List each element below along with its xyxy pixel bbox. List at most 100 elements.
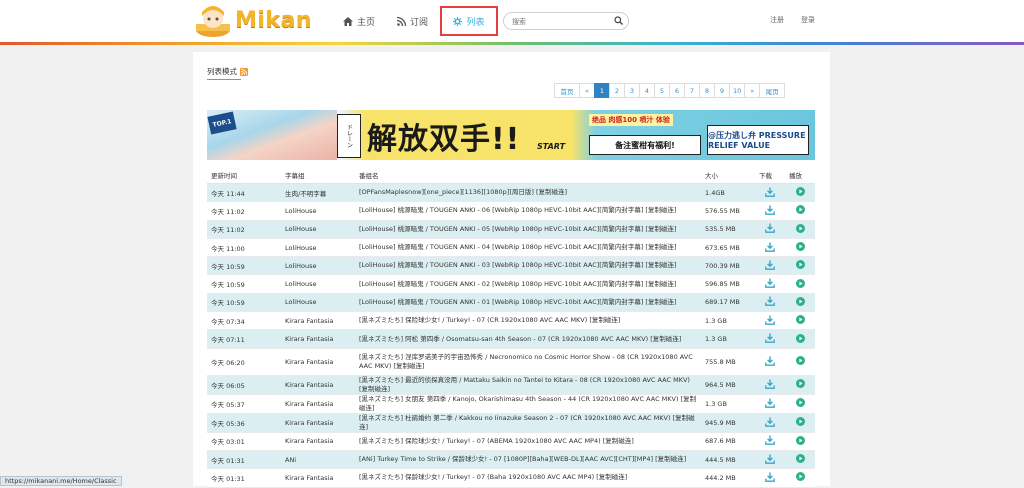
pager-page-10[interactable]: 10: [729, 83, 746, 98]
cell-name-link[interactable]: [LoliHouse] 桃源暗鬼 / TOUGEN ANKI - 05 [Web…: [355, 220, 701, 239]
rss-feed-icon[interactable]: [240, 67, 248, 76]
search-input[interactable]: [510, 15, 614, 29]
play-icon[interactable]: [795, 454, 805, 465]
play-icon[interactable]: [795, 187, 805, 198]
nav-home[interactable]: 主页: [343, 10, 375, 32]
cell-download: [755, 238, 785, 258]
table-row: 今天 01:31 ANi [ANi] Turkey Time to Strike /…: [207, 450, 815, 470]
cell-name-link[interactable]: [黒ネズミたち] 保险球少女! / Turkey! - 07 (CR 1920x…: [355, 311, 701, 331]
cell-group[interactable]: LoliHouse: [281, 293, 355, 313]
login-link[interactable]: 登录: [801, 15, 815, 25]
cell-name-link[interactable]: [黒ネズミたち] 杜鹃婚约 第二季 / Kakkou no Iinazuke S…: [355, 413, 701, 433]
play-icon[interactable]: [795, 242, 805, 253]
nav-subscribe[interactable]: 订阅: [397, 10, 428, 32]
play-icon[interactable]: [795, 472, 805, 483]
cell-name-link[interactable]: [黒ネズミたち] 保险球少女! / Turkey! - 07 (ABEMA 19…: [355, 432, 701, 451]
cell-name-link[interactable]: [OPFansMaplesnow][one_piece][1136][1080p…: [355, 183, 701, 203]
download-icon[interactable]: [765, 333, 775, 345]
cell-group[interactable]: LoliHouse: [281, 274, 355, 294]
cell-group[interactable]: Kirara Fantasia: [281, 375, 355, 395]
banner-promo-text: 绝品 肉感100 喷汁 体验: [589, 114, 673, 126]
table-row: 今天 06:05 Kirara Fantasia [黒ネズミたち] 最近的侦探真没用…: [207, 375, 815, 395]
pager-page-8[interactable]: 8: [699, 83, 715, 98]
cell-name-link[interactable]: [LoliHouse] 桃源暗鬼 / TOUGEN ANKI - 04 [Web…: [355, 238, 701, 258]
pager-page-7[interactable]: 7: [684, 83, 700, 98]
cell-group[interactable]: Kirara Fantasia: [281, 394, 355, 414]
play-icon[interactable]: [795, 315, 805, 326]
pager-page-6[interactable]: 6: [669, 83, 685, 98]
banner-promo-area: 绝品 肉感100 喷汁 体验 备注蜜柑有福利! @压力逃し弁 PRESSURE …: [589, 113, 813, 157]
cell-group[interactable]: ANi: [281, 450, 355, 470]
cell-name-link[interactable]: [LoliHouse] 桃源暗鬼 / TOUGEN ANKI - 01 [Web…: [355, 293, 701, 313]
download-icon[interactable]: [765, 435, 775, 447]
cell-name-link[interactable]: [黒ネズミたち] 阿松 第四季 / Osomatsu-san 4th Seaso…: [355, 329, 701, 349]
cell-download: [755, 468, 785, 488]
nav-list[interactable]: 列表: [440, 6, 498, 36]
download-icon[interactable]: [765, 356, 775, 368]
download-icon[interactable]: [765, 315, 775, 327]
play-icon[interactable]: [795, 260, 805, 271]
cell-group[interactable]: Kirara Fantasia: [281, 311, 355, 331]
cell-group[interactable]: Kirara Fantasia: [281, 348, 355, 376]
pager-prev[interactable]: «: [579, 83, 595, 98]
cell-name-link[interactable]: [LoliHouse] 桃源暗鬼 / TOUGEN ANKI - 03 [Web…: [355, 256, 701, 276]
table-row: 今天 10:59 LoliHouse [LoliHouse] 桃源暗鬼 / TOUG…: [207, 256, 815, 276]
cell-play: [785, 394, 815, 414]
play-icon[interactable]: [795, 356, 805, 367]
play-icon[interactable]: [795, 398, 805, 409]
play-icon[interactable]: [795, 379, 805, 390]
download-icon[interactable]: [765, 260, 775, 272]
cell-group[interactable]: Kirara Fantasia: [281, 468, 355, 488]
cell-group[interactable]: Kirara Fantasia: [281, 432, 355, 451]
download-icon[interactable]: [765, 454, 775, 466]
play-icon[interactable]: [795, 223, 805, 235]
cell-group[interactable]: LoliHouse: [281, 220, 355, 239]
download-icon[interactable]: [765, 417, 775, 429]
download-icon[interactable]: [765, 278, 775, 290]
cell-name-link[interactable]: [黒ネズミたち] 女朋友 第四季 / Kanojo, Okarishimasu …: [355, 394, 701, 414]
pager-page-9[interactable]: 9: [714, 83, 730, 98]
pager-last[interactable]: 尾页: [759, 83, 786, 98]
cell-group[interactable]: LoliHouse: [281, 201, 355, 221]
pager-next[interactable]: »: [744, 83, 761, 98]
download-icon[interactable]: [765, 398, 775, 410]
cell-group[interactable]: 生肉/不明字幕: [281, 183, 355, 203]
download-icon[interactable]: [765, 205, 775, 217]
download-icon[interactable]: [765, 187, 775, 199]
cell-name-link[interactable]: [LoliHouse] 桃源暗鬼 / TOUGEN ANKI - 02 [Web…: [355, 274, 701, 294]
cell-group[interactable]: Kirara Fantasia: [281, 329, 355, 349]
pager-page-2[interactable]: 2: [609, 83, 625, 98]
cell-size: 700.39 MB: [701, 256, 755, 276]
play-icon[interactable]: [795, 435, 805, 447]
advertisement-banner[interactable]: TOP.1 ドレーン 解放双手!! START 绝品 肉感100 喷汁 体验 备…: [207, 110, 815, 160]
cell-group[interactable]: LoliHouse: [281, 238, 355, 258]
cell-name-link[interactable]: [ANi] Turkey Time to Strike / 保龄球少女! - 0…: [355, 450, 701, 470]
play-icon[interactable]: [795, 296, 805, 308]
cell-size: 689.17 MB: [701, 293, 755, 313]
cell-group[interactable]: LoliHouse: [281, 256, 355, 276]
download-icon[interactable]: [765, 379, 775, 391]
register-link[interactable]: 注册: [770, 15, 784, 25]
cell-name-link[interactable]: [黒ネズミたち] 保龄球少女! / Turkey! - 07 (Baha 192…: [355, 468, 701, 488]
download-icon[interactable]: [765, 242, 775, 254]
pager-page-5[interactable]: 5: [654, 83, 670, 98]
cell-name-link[interactable]: [黒ネズミたち] 最近的侦探真没用 / Mattaku Saikin no Ta…: [355, 375, 701, 395]
pager-first[interactable]: 首页: [554, 83, 580, 98]
pager-page-4[interactable]: 4: [639, 83, 655, 98]
download-icon[interactable]: [765, 296, 775, 308]
search-icon[interactable]: [614, 16, 623, 25]
site-logo[interactable]: Mikan: [193, 4, 329, 38]
cell-name-link[interactable]: [黒ネズミたち] 涅库罗诺美子的宇宙恐怖秀 / Necronomico no C…: [355, 348, 701, 376]
play-icon[interactable]: [795, 278, 805, 290]
pager-page-1[interactable]: 1: [594, 83, 610, 98]
play-icon[interactable]: [795, 417, 805, 428]
download-icon[interactable]: [765, 223, 775, 235]
play-icon[interactable]: [795, 205, 805, 216]
cell-play: [785, 468, 815, 488]
cell-group[interactable]: Kirara Fantasia: [281, 413, 355, 433]
banner-start-text: START: [537, 142, 566, 151]
play-icon[interactable]: [795, 333, 805, 345]
pager-page-3[interactable]: 3: [624, 83, 640, 98]
download-icon[interactable]: [765, 472, 775, 484]
cell-name-link[interactable]: [LoliHouse] 桃源暗鬼 / TOUGEN ANKI - 06 [Web…: [355, 201, 701, 221]
